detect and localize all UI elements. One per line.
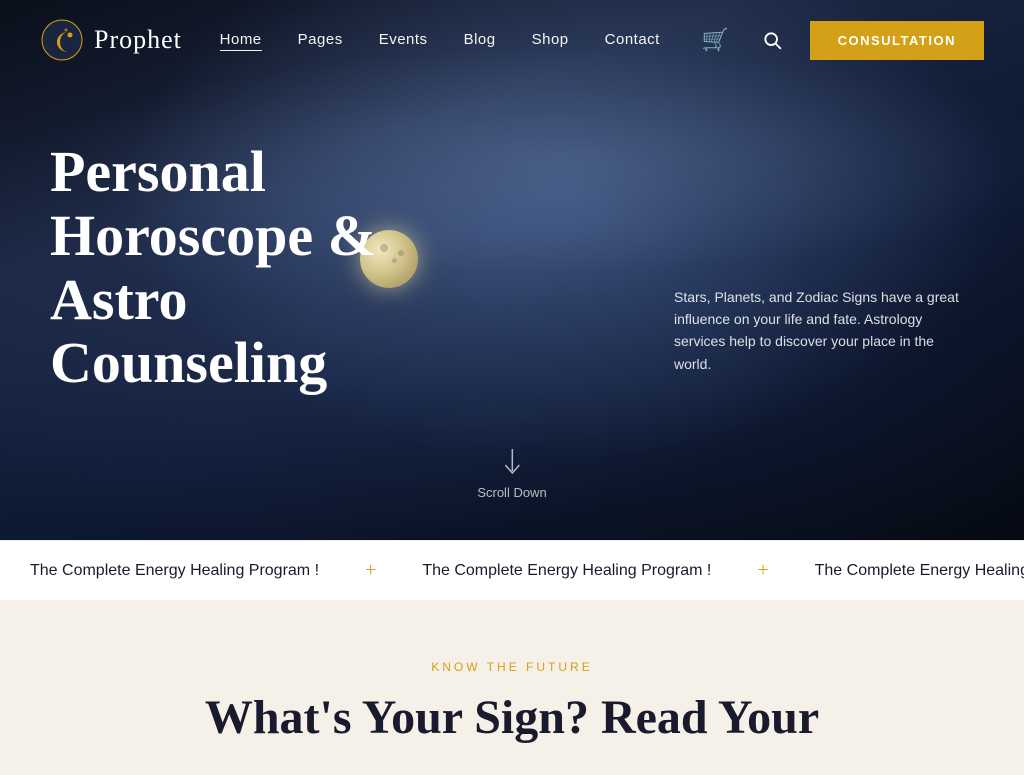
logo-text: Prophet [94, 25, 182, 55]
ticker-inner: The Complete Energy Healing Program ! + … [0, 559, 1024, 582]
hero-description: Stars, Planets, and Zodiac Signs have a … [674, 286, 974, 376]
hero-section: Personal Horoscope & Astro Counseling St… [0, 0, 1024, 540]
cart-icon: 🛒 [702, 27, 729, 53]
ticker-separator-2: + [757, 559, 768, 582]
consultation-button[interactable]: CONSULTATION [810, 21, 984, 60]
search-icon [762, 30, 782, 50]
logo-link[interactable]: Prophet [40, 18, 182, 62]
cart-button[interactable]: 🛒 [698, 22, 734, 58]
below-section: KNOW THE FUTURE What's Your Sign? Read Y… [0, 600, 1024, 775]
scroll-down-label: Scroll Down [477, 485, 546, 500]
nav-item-contact[interactable]: Contact [605, 31, 660, 48]
nav-item-pages[interactable]: Pages [298, 31, 343, 48]
nav-right: 🛒 CONSULTATION [698, 21, 984, 60]
nav-links: Home Pages Events Blog Shop Contact [220, 31, 660, 49]
hero-right-content: Stars, Planets, and Zodiac Signs have a … [674, 286, 974, 396]
nav-item-blog[interactable]: Blog [464, 31, 496, 48]
nav-item-events[interactable]: Events [379, 31, 428, 48]
ticker-item-3: The Complete Energy Healing Program ! [785, 562, 1024, 580]
nav-item-home[interactable]: Home [220, 31, 262, 51]
section-heading: What's Your Sign? Read Your [40, 692, 984, 745]
section-tag: KNOW THE FUTURE [40, 660, 984, 674]
scroll-arrow-icon [501, 449, 523, 479]
ticker-bar: The Complete Energy Healing Program ! + … [0, 540, 1024, 600]
navbar: Prophet Home Pages Events Blog Shop Cont… [0, 0, 1024, 80]
logo-icon [40, 18, 84, 62]
hero-headline: Personal Horoscope & Astro Counseling [50, 140, 450, 395]
search-button[interactable] [754, 22, 790, 58]
ticker-item-2: The Complete Energy Healing Program ! [392, 562, 741, 580]
scroll-down-button[interactable]: Scroll Down [477, 449, 546, 500]
ticker-item-1: The Complete Energy Healing Program ! [0, 562, 349, 580]
nav-item-shop[interactable]: Shop [532, 31, 569, 48]
ticker-separator-1: + [365, 559, 376, 582]
